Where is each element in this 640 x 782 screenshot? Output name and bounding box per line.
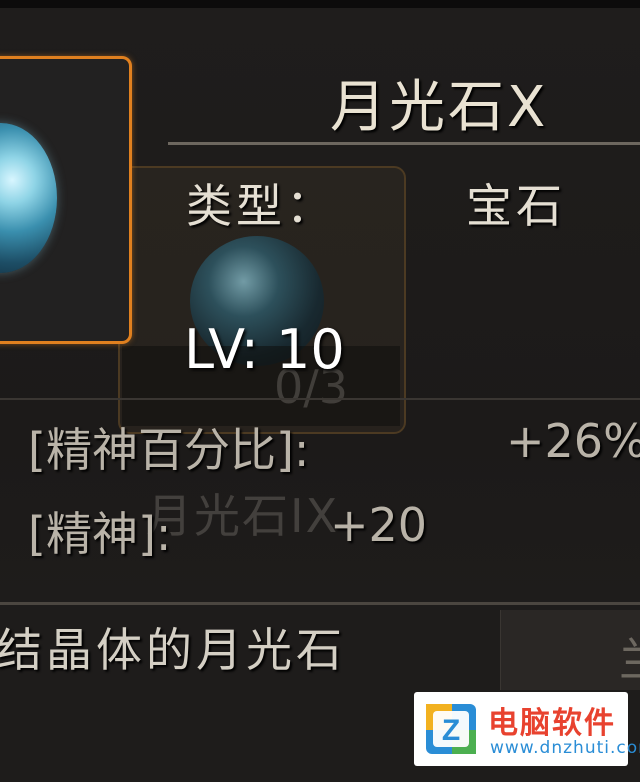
watermark-logo-icon: Z (426, 704, 476, 754)
stat-spirit-label: [精神]: (28, 507, 172, 561)
item-icon-slot[interactable] (0, 56, 132, 344)
item-type-label: 类型： (186, 179, 336, 233)
top-edge (0, 0, 640, 8)
watermark-title: 电脑软件 (488, 706, 616, 741)
site-watermark: Z 电脑软件 www.dnzhuti.com (414, 692, 640, 766)
name-divider (168, 142, 640, 145)
item-level: LV: 10 (184, 318, 345, 381)
moonstone-gem-icon (0, 123, 57, 273)
stat-spirit-value: +20 (330, 498, 428, 552)
side-action-label: 兰 (619, 624, 640, 690)
item-description: 结晶体的月光石 (0, 623, 346, 677)
stat-spirit-percent-label: [精神百分比]: (28, 423, 310, 477)
item-type-value: 宝石 (466, 179, 566, 233)
stats-divider (0, 398, 640, 400)
side-action-button[interactable]: 兰 (500, 610, 640, 690)
watermark-url: www.dnzhuti.com (490, 738, 640, 758)
item-name: 月光石X (330, 75, 549, 140)
stat-spirit-percent-value: +26% (506, 414, 640, 468)
background-item-name: 月光石IX (146, 489, 340, 543)
watermark-logo-letter: Z (442, 714, 460, 747)
